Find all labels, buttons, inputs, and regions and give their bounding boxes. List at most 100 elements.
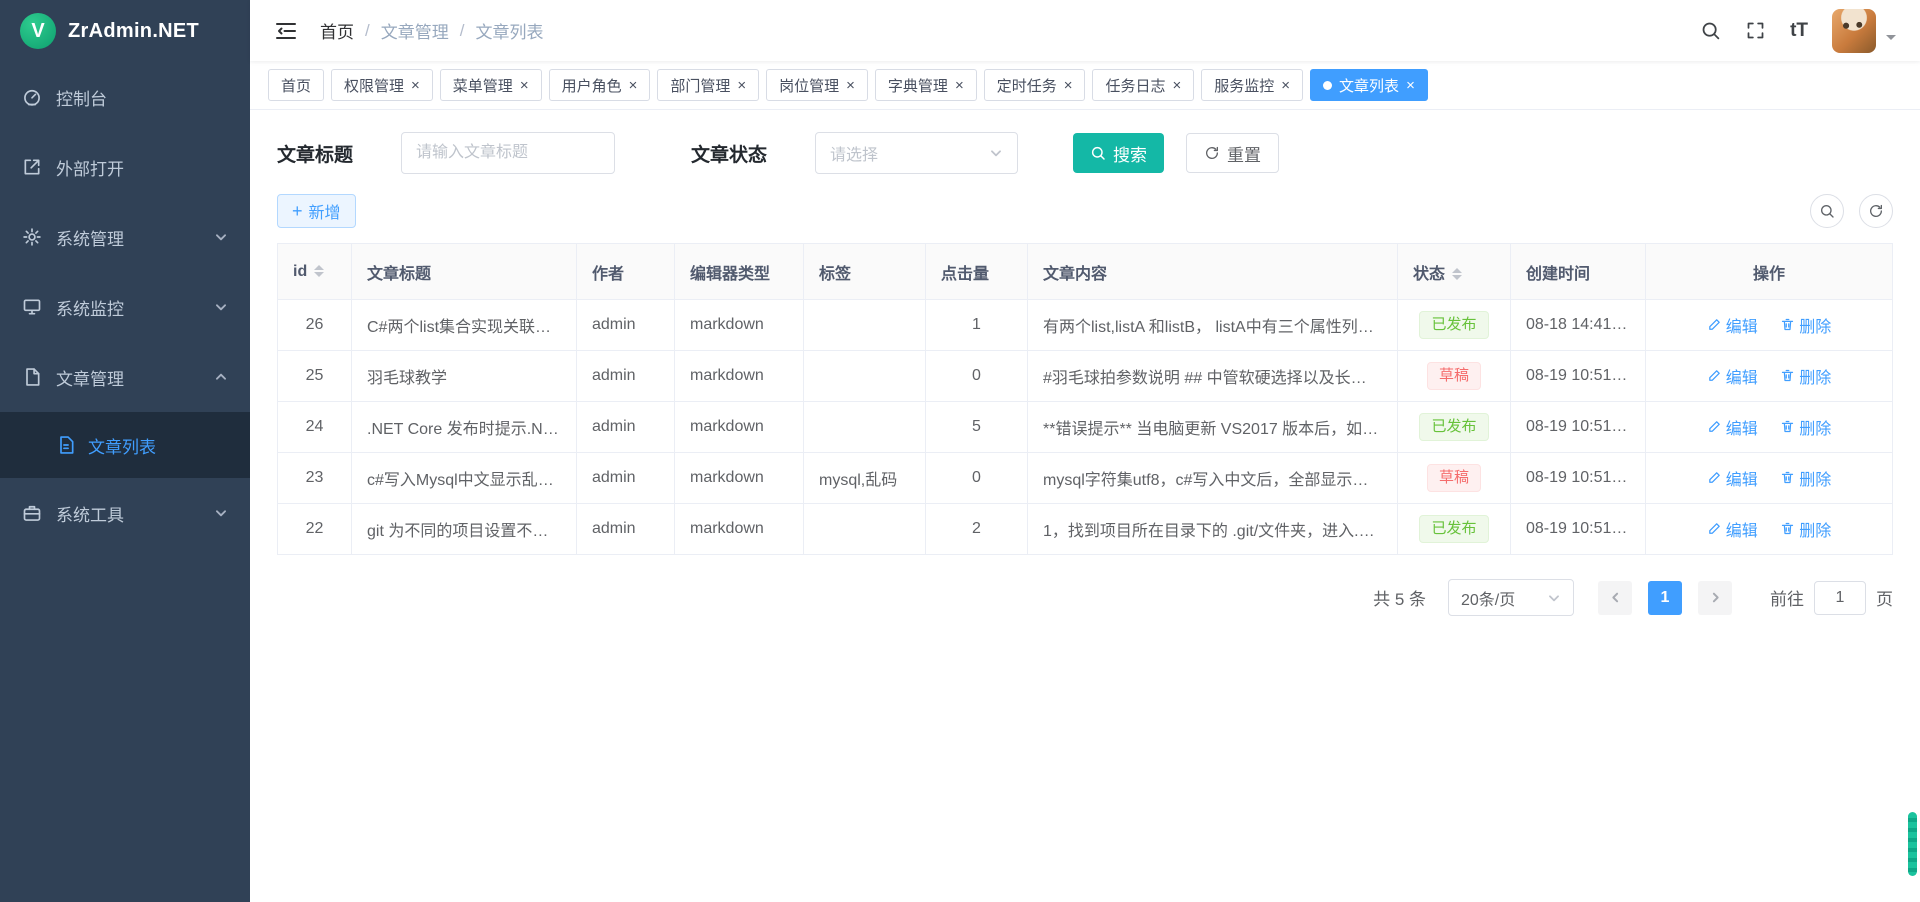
- cell-created: 08-19 10:51:29: [1511, 351, 1646, 402]
- cell-editor-type: markdown: [675, 300, 804, 351]
- sidebar-item-label: 外部打开: [56, 155, 124, 180]
- edit-button[interactable]: 编辑: [1707, 517, 1758, 541]
- tab-user-role[interactable]: 用户角色 ×: [549, 69, 651, 101]
- cell-hits: 1: [926, 300, 1028, 351]
- tab-service-monitor[interactable]: 服务监控 ×: [1201, 69, 1303, 101]
- tab-article-list[interactable]: 文章列表 ×: [1310, 69, 1428, 101]
- delete-button[interactable]: 删除: [1780, 415, 1831, 439]
- toggle-search-button[interactable]: [1810, 194, 1844, 228]
- breadcrumb-item-article-list: 文章列表: [475, 18, 543, 43]
- cell-tags: [804, 351, 926, 402]
- sidebar-item-system-monitor[interactable]: 系统监控: [0, 272, 250, 342]
- tab-task-log[interactable]: 任务日志 ×: [1092, 69, 1194, 101]
- search-icon: [1090, 145, 1106, 161]
- tab-permission-management[interactable]: 权限管理 ×: [331, 69, 433, 101]
- refresh-icon: [1204, 145, 1220, 161]
- edit-button[interactable]: 编辑: [1707, 313, 1758, 337]
- cell-title: 羽毛球教学: [352, 351, 577, 402]
- sidebar-item-system-tools[interactable]: 系统工具: [0, 478, 250, 548]
- search-button[interactable]: 搜索: [1073, 133, 1164, 173]
- sidebar-menu: 控制台 外部打开 系统管理 系: [0, 62, 250, 902]
- delete-button[interactable]: 删除: [1780, 313, 1831, 337]
- search-form: 文章标题 文章状态 请选择 搜索: [277, 132, 1893, 174]
- sidebar-item-system-management[interactable]: 系统管理: [0, 202, 250, 272]
- reset-button[interactable]: 重置: [1186, 133, 1279, 173]
- cell-author: admin: [577, 504, 675, 555]
- logo-icon: V: [20, 13, 56, 49]
- search-button-label: 搜索: [1113, 141, 1147, 166]
- sidebar-subitem-label: 文章列表: [88, 433, 156, 458]
- close-icon[interactable]: ×: [1281, 78, 1290, 93]
- close-icon[interactable]: ×: [846, 78, 855, 93]
- cell-tags: mysql,乱码: [804, 453, 926, 504]
- gear-icon: [22, 227, 42, 247]
- close-icon[interactable]: ×: [411, 78, 420, 93]
- column-header-status[interactable]: 状态: [1398, 244, 1511, 300]
- status-badge: 已发布: [1419, 515, 1488, 543]
- app-root: V ZrAdmin.NET 控制台 外部打开 系统管理: [0, 0, 1920, 902]
- tab-home[interactable]: 首页: [268, 69, 324, 101]
- main-area: 首页 / 文章管理 / 文章列表 tT 首页: [250, 0, 1920, 902]
- close-icon[interactable]: ×: [955, 78, 964, 93]
- sidebar-item-article-list[interactable]: 文章列表: [0, 412, 250, 478]
- close-icon[interactable]: ×: [1064, 78, 1073, 93]
- prev-page-button[interactable]: [1598, 581, 1632, 615]
- cell-id: 23: [278, 453, 352, 504]
- delete-button[interactable]: 删除: [1780, 517, 1831, 541]
- sidebar-item-external-open[interactable]: 外部打开: [0, 132, 250, 202]
- breadcrumb: 首页 / 文章管理 / 文章列表: [320, 18, 543, 43]
- article-status-select[interactable]: 请选择: [815, 132, 1018, 174]
- tab-dict-management[interactable]: 字典管理 ×: [875, 69, 977, 101]
- column-header-id[interactable]: id: [278, 244, 352, 300]
- close-icon[interactable]: ×: [629, 78, 638, 93]
- close-icon[interactable]: ×: [737, 78, 746, 93]
- breadcrumb-item-article-management[interactable]: 文章管理: [381, 18, 449, 43]
- sidebar-item-dashboard[interactable]: 控制台: [0, 62, 250, 132]
- breadcrumb-item-home[interactable]: 首页: [320, 18, 354, 43]
- edit-button[interactable]: 编辑: [1707, 466, 1758, 490]
- goto-page-input[interactable]: [1814, 581, 1866, 615]
- edit-button[interactable]: 编辑: [1707, 364, 1758, 388]
- article-status-label: 文章状态: [691, 140, 767, 167]
- sidebar-item-label: 控制台: [56, 85, 107, 110]
- font-size-icon[interactable]: tT: [1790, 20, 1808, 42]
- fullscreen-icon[interactable]: [1745, 20, 1766, 41]
- edit-button[interactable]: 编辑: [1707, 415, 1758, 439]
- sidebar-item-label: 文章管理: [56, 365, 124, 390]
- delete-button[interactable]: 删除: [1780, 466, 1831, 490]
- document-icon: [22, 367, 42, 387]
- article-title-input[interactable]: [401, 132, 615, 174]
- close-icon[interactable]: ×: [1406, 78, 1415, 93]
- sidebar-item-article-management[interactable]: 文章管理: [0, 342, 250, 412]
- tab-menu-management[interactable]: 菜单管理 ×: [440, 69, 542, 101]
- delete-button[interactable]: 删除: [1780, 364, 1831, 388]
- search-icon[interactable]: [1700, 20, 1721, 41]
- tab-scheduled-tasks[interactable]: 定时任务 ×: [984, 69, 1086, 101]
- scrollbar-thumb[interactable]: [1908, 812, 1917, 876]
- table-row: 22 git 为不同的项目设置不同... admin markdown 2 1，…: [278, 504, 1893, 555]
- close-icon[interactable]: ×: [1173, 78, 1182, 93]
- close-icon[interactable]: ×: [520, 78, 529, 93]
- next-page-button[interactable]: [1698, 581, 1732, 615]
- refresh-table-button[interactable]: [1859, 194, 1893, 228]
- caret-down-icon[interactable]: [1886, 35, 1896, 45]
- add-button[interactable]: + 新增: [277, 194, 356, 228]
- cell-title: C#两个list集合实现关联，...: [352, 300, 577, 351]
- page-size-select[interactable]: 20条/页: [1448, 579, 1574, 616]
- chevron-down-icon: [989, 146, 1003, 160]
- toolbar-right: [1810, 194, 1893, 228]
- chevron-up-icon: [214, 370, 228, 384]
- table-header-row: id 文章标题 作者 编辑器类型 标签 点击量 文章内容 状态 创建时间 操作: [278, 244, 1893, 300]
- tab-department-management[interactable]: 部门管理 ×: [657, 69, 759, 101]
- tab-post-management[interactable]: 岗位管理 ×: [766, 69, 868, 101]
- avatar[interactable]: [1832, 9, 1876, 53]
- page-number-button[interactable]: 1: [1648, 581, 1682, 615]
- sort-icon[interactable]: [1452, 268, 1462, 280]
- sidebar-collapse-icon[interactable]: [274, 19, 298, 43]
- column-header-created: 创建时间: [1511, 244, 1646, 300]
- sort-icon[interactable]: [314, 265, 324, 277]
- chevron-down-icon: [214, 230, 228, 244]
- column-header-editor-type: 编辑器类型: [675, 244, 804, 300]
- cell-tags: [804, 402, 926, 453]
- cell-created: 08-19 10:51:22: [1511, 504, 1646, 555]
